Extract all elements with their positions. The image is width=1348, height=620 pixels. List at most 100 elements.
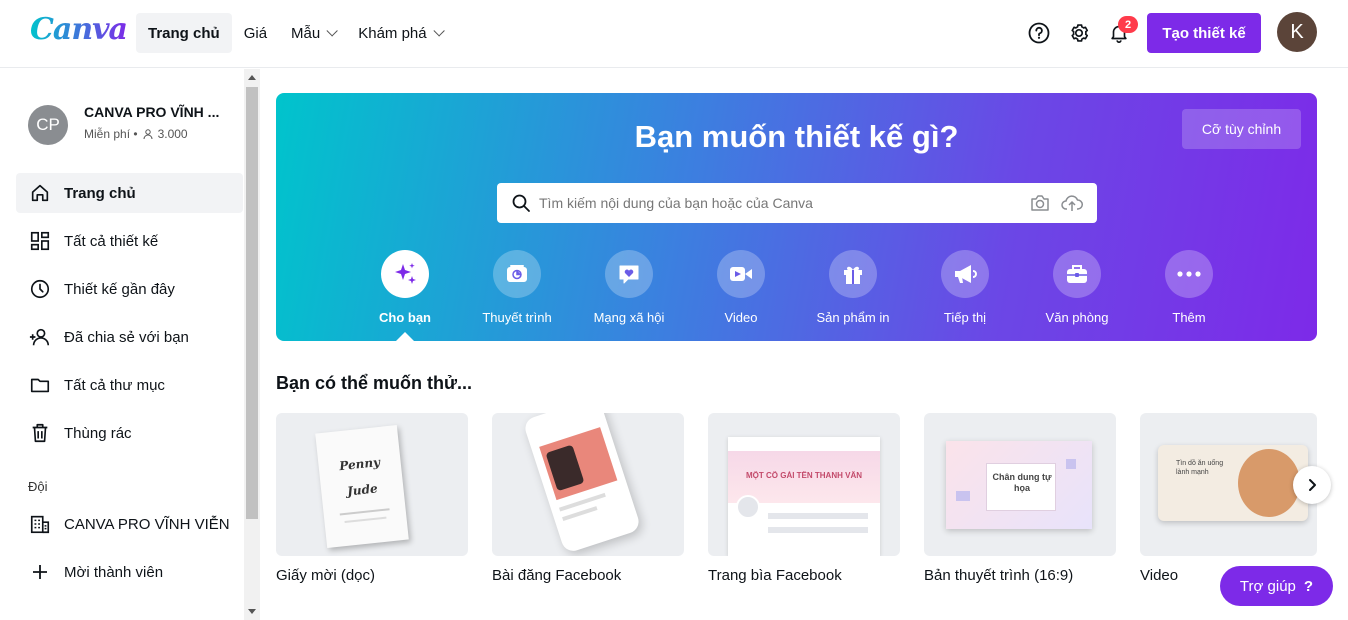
template-card-video[interactable]: Tìn dồ ăn uống lành mạnh Video xyxy=(1140,413,1317,584)
template-card-invitation[interactable]: Penny Jude Giấy mời (dọc) xyxy=(276,413,468,584)
category-marketing[interactable]: Tiếp thị xyxy=(909,250,1021,325)
chevron-down-icon xyxy=(433,25,445,37)
sidebar-item-invite[interactable]: Mời thành viên xyxy=(16,552,243,592)
slide-window: Chân dung tự họa xyxy=(986,463,1056,511)
help-icon[interactable] xyxy=(1023,17,1055,49)
slide-shape xyxy=(956,491,970,501)
fb-cover-text: MỘT CÕ GÁI TÊN THANH VÂN xyxy=(746,471,862,480)
category-social-media[interactable]: Mạng xã hội xyxy=(573,250,685,325)
sidebar-scrollbar[interactable] xyxy=(244,69,260,620)
nav-pricing-label: Giá xyxy=(243,24,268,42)
clock-icon xyxy=(16,278,64,300)
suggestions-title: Bạn có thể muốn thử... xyxy=(276,373,473,393)
main-nav: Trang chủ Giá Mẫu Khám phá xyxy=(136,13,453,53)
template-thumbnail[interactable]: MỘT CÕ GÁI TÊN THANH VÂN xyxy=(708,413,900,556)
team-heading: Đội xyxy=(28,479,48,494)
grid-icon xyxy=(16,230,64,252)
video-title-text: Tìn dồ ăn uống lành mạnh xyxy=(1176,460,1224,476)
category-label: Mạng xã hội xyxy=(593,310,665,325)
invitation-name-1: Penny xyxy=(338,455,381,474)
active-category-indicator xyxy=(395,332,415,341)
category-more[interactable]: Thêm xyxy=(1133,250,1245,325)
template-card-label: Trang bìa Facebook xyxy=(708,567,842,584)
hero-banner: Bạn muốn thiết kế gì? Cỡ tùy chỉnh Cho b… xyxy=(276,93,1317,341)
scroll-thumb[interactable] xyxy=(246,87,258,519)
sidebar: CP CANVA PRO VĨNH ... Miễn phí • 3.000 T… xyxy=(0,69,244,620)
people-icon xyxy=(16,326,64,348)
top-bar: Canva Trang chủ Giá Mẫu Khám phá 2 Tạo t… xyxy=(0,0,1348,68)
slide-title: Chân dung tự họa xyxy=(992,472,1052,493)
user-avatar[interactable]: K xyxy=(1277,12,1317,52)
template-card-label: Giấy mời (dọc) xyxy=(276,567,376,584)
home-icon xyxy=(16,182,64,204)
carousel-next-button[interactable] xyxy=(1293,466,1331,504)
account-plan: Miễn phí • xyxy=(84,127,138,141)
help-button[interactable]: Trợ giúp ? xyxy=(1220,566,1333,606)
account-name[interactable]: CANVA PRO VĨNH ... xyxy=(84,104,224,120)
category-for-you[interactable]: Cho bạn xyxy=(349,250,461,325)
sidebar-item-shared[interactable]: Đã chia sẻ với bạn xyxy=(16,317,243,357)
chevron-down-icon xyxy=(326,25,338,37)
sidebar-item-label: Đã chia sẻ với bạn xyxy=(64,328,189,346)
nav-templates[interactable]: Mẫu xyxy=(279,13,346,53)
nav-templates-label: Mẫu xyxy=(291,24,321,42)
category-print-products[interactable]: Sản phẩm in xyxy=(797,250,909,325)
account-avatar[interactable]: CP xyxy=(28,105,68,145)
category-label: Tiếp thị xyxy=(943,310,987,325)
invitation-name-2: Jude xyxy=(346,481,379,499)
sidebar-item-home[interactable]: Trang chủ xyxy=(16,173,243,213)
sidebar-item-label: Thiết kế gần đây xyxy=(64,280,175,298)
upload-cloud-icon[interactable] xyxy=(1061,193,1083,213)
fb-page-mockup: MỘT CÕ GÁI TÊN THANH VÂN xyxy=(728,437,880,556)
nav-pricing[interactable]: Giá xyxy=(232,13,279,53)
gift-icon xyxy=(829,250,877,298)
sidebar-item-all-designs[interactable]: Tất cả thiết kế xyxy=(16,221,243,261)
sidebar-item-label: Mời thành viên xyxy=(64,563,164,581)
sparkle-icon xyxy=(381,250,429,298)
sidebar-item-folders[interactable]: Tất cả thư mục xyxy=(16,365,243,405)
hero-title: Bạn muốn thiết kế gì? xyxy=(634,119,959,154)
template-thumbnail[interactable]: Chân dung tự họa xyxy=(924,413,1116,556)
slide-shape xyxy=(1066,459,1076,469)
custom-size-button[interactable]: Cỡ tùy chỉnh xyxy=(1182,109,1301,149)
sidebar-item-trash[interactable]: Thùng rác xyxy=(16,413,243,453)
camera-icon[interactable] xyxy=(1029,193,1051,213)
template-card-label: Bài đăng Facebook xyxy=(492,567,622,584)
invitation-line xyxy=(344,516,387,524)
sidebar-item-label: Trang chủ xyxy=(64,184,136,202)
search-input[interactable] xyxy=(539,195,1009,211)
template-thumbnail[interactable] xyxy=(492,413,684,556)
sidebar-item-recent[interactable]: Thiết kế gần đây xyxy=(16,269,243,309)
video-photo xyxy=(1238,449,1300,517)
presentation-icon xyxy=(493,250,541,298)
canva-logo[interactable]: Canva xyxy=(30,12,128,47)
notification-badge: 2 xyxy=(1118,16,1138,33)
fb-line xyxy=(768,513,868,519)
account-members: 3.000 xyxy=(157,127,188,141)
create-design-button[interactable]: Tạo thiết kế xyxy=(1147,13,1261,53)
template-card-facebook-cover[interactable]: MỘT CÕ GÁI TÊN THANH VÂN Trang bìa Faceb… xyxy=(708,413,900,584)
category-video[interactable]: Video xyxy=(685,250,797,325)
phone-post-photo xyxy=(545,444,585,492)
search-bar xyxy=(497,183,1097,223)
template-card-presentation[interactable]: Chân dung tự họa Bản thuyết trình (16:9) xyxy=(924,413,1116,584)
nav-discover[interactable]: Khám phá xyxy=(346,13,452,53)
video-mockup: Tìn dồ ăn uống lành mạnh xyxy=(1158,445,1308,521)
scroll-down-icon[interactable] xyxy=(248,609,256,614)
category-label: Thêm xyxy=(1172,310,1206,325)
scroll-up-icon[interactable] xyxy=(248,75,256,80)
category-office[interactable]: Văn phòng xyxy=(1021,250,1133,325)
nav-home[interactable]: Trang chủ xyxy=(136,13,232,53)
sidebar-item-team[interactable]: CANVA PRO VĨNH VIỄN xyxy=(16,504,243,544)
nav-discover-label: Khám phá xyxy=(358,24,427,42)
template-thumbnail[interactable]: Tìn dồ ăn uống lành mạnh xyxy=(1140,413,1317,556)
template-card-facebook-post[interactable]: Bài đăng Facebook xyxy=(492,413,684,584)
building-icon xyxy=(16,513,64,535)
template-thumbnail[interactable]: Penny Jude xyxy=(276,413,468,556)
phone-mockup xyxy=(522,413,642,554)
folder-icon xyxy=(16,374,64,396)
category-presentation[interactable]: Thuyết trình xyxy=(461,250,573,325)
template-card-label: Bản thuyết trình (16:9) xyxy=(924,567,1074,584)
gear-icon[interactable] xyxy=(1063,17,1095,49)
sidebar-item-label: Tất cả thiết kế xyxy=(64,232,159,250)
